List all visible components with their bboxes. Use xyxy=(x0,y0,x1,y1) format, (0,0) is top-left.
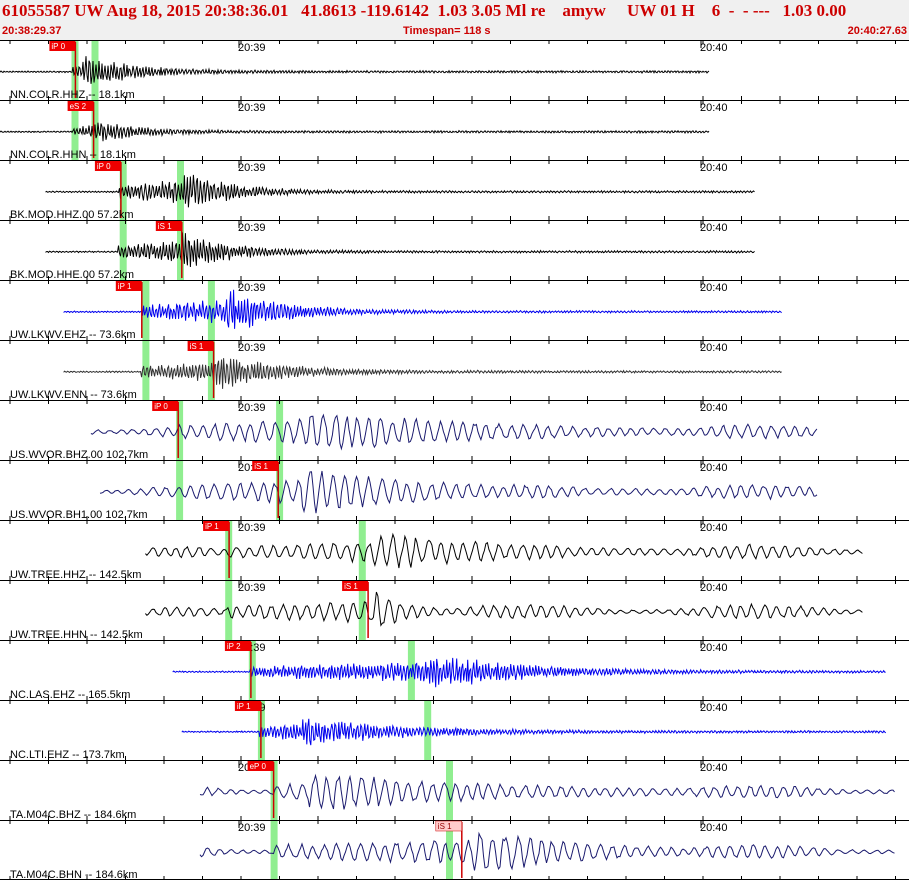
seismogram-trace xyxy=(63,358,782,389)
pick-label: iS 1 xyxy=(254,462,268,471)
channel-row[interactable]: 20:39 20:40 iS 1 UW.TREE.HHN -- 142.5km xyxy=(0,580,909,641)
minute-tick-label: 20:40 xyxy=(700,822,728,834)
minute-tick-label: 20:39 xyxy=(238,402,266,414)
pick-label: iP 0 xyxy=(154,402,168,411)
minute-tick-label: 20:39 xyxy=(238,162,266,174)
channel-row[interactable]: 20:39 20:40iS 1US.WVOR.BH1.00 102.7km xyxy=(0,460,909,521)
event-title: 61055587 UW Aug 18, 2015 20:38:36.01 41.… xyxy=(2,1,847,20)
minute-tick-label: 20:39 xyxy=(238,522,266,534)
channel-row[interactable]: 20:39 20:40 iP 0 US.WVOR.BHZ.00 102.7km xyxy=(0,400,909,461)
pick-label: eP 0 xyxy=(250,762,267,771)
phase-window xyxy=(276,401,284,460)
seismogram-trace xyxy=(172,657,886,688)
pick-label: iP 0 xyxy=(97,162,111,171)
minute-tick-label: 20:40 xyxy=(700,282,728,294)
channel-label: UW.LKWV.EHZ -- 73.6km xyxy=(10,329,136,341)
channel-label: NN.COLR.HHN -- 18.1km xyxy=(10,149,136,161)
seismogram-trace xyxy=(199,831,895,871)
channel-row[interactable]: 20:39 20:40 iS 1 UW.LKWV.ENN -- 73.6km xyxy=(0,340,909,401)
pick-label: iS 1 xyxy=(438,822,452,831)
minute-tick-label: 20:40 xyxy=(700,342,728,354)
channel-row[interactable]: 20:39 20:40 eS 2 NN.COLR.HHN -- 18.1km xyxy=(0,100,909,161)
minute-tick-label: 20:39 xyxy=(238,102,266,114)
seismogram-trace xyxy=(0,122,710,142)
channel-label: BK.MOD.HHZ.00 57.2km xyxy=(10,209,133,221)
channel-row[interactable]: 20:39 20:40 iP 0 BK.MOD.HHZ.00 57.2km xyxy=(0,160,909,221)
channel-label: UW.LKWV.ENN -- 73.6km xyxy=(10,389,137,401)
minute-tick-label: 20:40 xyxy=(700,222,728,234)
event-header: 61055587 UW Aug 18, 2015 20:38:36.01 41.… xyxy=(0,0,909,40)
minute-tick-label: 20:40 xyxy=(700,462,728,474)
minute-tick-label: 20:40 xyxy=(700,42,728,54)
seismogram-trace xyxy=(145,532,863,569)
waveform-svg[interactable]: 20:39 20:40iP 0NN.COLR.HHZ -- 18.1km20:39… xyxy=(0,40,909,880)
minute-tick-label: 20:40 xyxy=(700,642,728,654)
pick-label: iP 2 xyxy=(227,642,241,651)
channel-label: UW.TREE.HHZ -- 142.5km xyxy=(10,569,141,581)
channel-label: US.WVOR.BHZ.00 102.7km xyxy=(10,449,148,461)
phase-window xyxy=(446,761,453,820)
seismogram-trace xyxy=(181,718,887,746)
minute-tick-label: 20:40 xyxy=(700,522,728,534)
minute-tick-label: 20:39 xyxy=(238,342,266,354)
channel-row[interactable]: 20:39 20:40 iS 1 TA.M04C.BHN -- 184.6km xyxy=(0,820,909,880)
minute-tick-label: 20:40 xyxy=(700,582,728,594)
channel-label: NN.COLR.HHZ -- 18.1km xyxy=(10,89,135,101)
channel-label: TA.M04C.BHZ -- 184.6km xyxy=(10,809,136,821)
channel-row[interactable]: 20:3920:40iP 1NC.LTI.EHZ -- 173.7km xyxy=(0,700,909,761)
channel-row[interactable]: 20:39 20:40 iP 1 UW.TREE.HHZ -- 142.5km xyxy=(0,520,909,581)
end-time-label: 20:40:27.63 xyxy=(847,25,907,37)
pick-label: iS 1 xyxy=(190,342,204,351)
minute-tick-label: 20:40 xyxy=(700,402,728,414)
channel-row[interactable]: 20:39 20:40 iP 0 NN.COLR.HHZ -- 18.1km xyxy=(0,40,909,101)
channel-label: US.WVOR.BH1.00 102.7km xyxy=(10,509,148,521)
start-time-label: 20:38:29.37 xyxy=(2,25,62,37)
phase-window xyxy=(176,461,184,520)
minute-tick-label: 20:40 xyxy=(700,762,728,774)
channel-row[interactable]: 20:3920:40eP 0TA.M04C.BHZ -- 184.6km xyxy=(0,760,909,821)
channel-row[interactable]: 20:39 20:40iP 2NC.LAS.EHZ -- 165.5km xyxy=(0,640,909,701)
minute-tick-label: 20:39 xyxy=(238,42,266,54)
minute-tick-label: 20:39 xyxy=(238,282,266,294)
seismogram-trace xyxy=(199,773,895,810)
seismogram-trace xyxy=(99,470,818,514)
timespan-label: Timespan= 118 s xyxy=(403,25,491,37)
minute-tick-label: 20:40 xyxy=(700,702,728,714)
seismogram-trace xyxy=(63,289,782,329)
channel-label: NC.LTI.EHZ -- 173.7km xyxy=(10,749,125,761)
seismogram-trace xyxy=(45,232,755,268)
seismogram-trace xyxy=(45,174,755,208)
pick-label: iP 1 xyxy=(237,702,251,711)
pick-label: iS 1 xyxy=(158,222,172,231)
channel-label: BK.MOD.HHE.00 57.2km xyxy=(10,269,134,281)
channel-label: NC.LAS.EHZ -- 165.5km xyxy=(10,689,130,701)
pick-label: iP 1 xyxy=(118,282,132,291)
pick-label: eS 2 xyxy=(70,102,87,111)
channel-row[interactable]: 20:39 20:40 iP 1 UW.LKWV.EHZ -- 73.6km xyxy=(0,280,909,341)
channel-label: UW.TREE.HHN -- 142.5km xyxy=(10,629,143,641)
channel-row[interactable]: 20:39 20:40 iS 1 BK.MOD.HHE.00 57.2km xyxy=(0,220,909,281)
seismogram-trace xyxy=(90,413,818,451)
seismogram-trace xyxy=(0,56,710,84)
channel-label: TA.M04C.BHN -- 184.6km xyxy=(10,869,138,880)
seismogram-trace xyxy=(145,591,863,627)
minute-tick-label: 20:39 xyxy=(238,222,266,234)
pick-label: iP 0 xyxy=(51,42,65,51)
minute-tick-label: 20:40 xyxy=(700,162,728,174)
waveform-panel[interactable]: 20:39 20:40 iP 0 NN.COLR.HHZ -- 18.1km 20:39… xyxy=(0,40,909,880)
minute-tick-label: 20:40 xyxy=(700,102,728,114)
minute-tick-label: 20:39 xyxy=(238,582,266,594)
minute-tick-label: 20:39 xyxy=(238,822,266,834)
pick-label: iS 1 xyxy=(344,582,358,591)
pick-label: iP 1 xyxy=(205,522,219,531)
